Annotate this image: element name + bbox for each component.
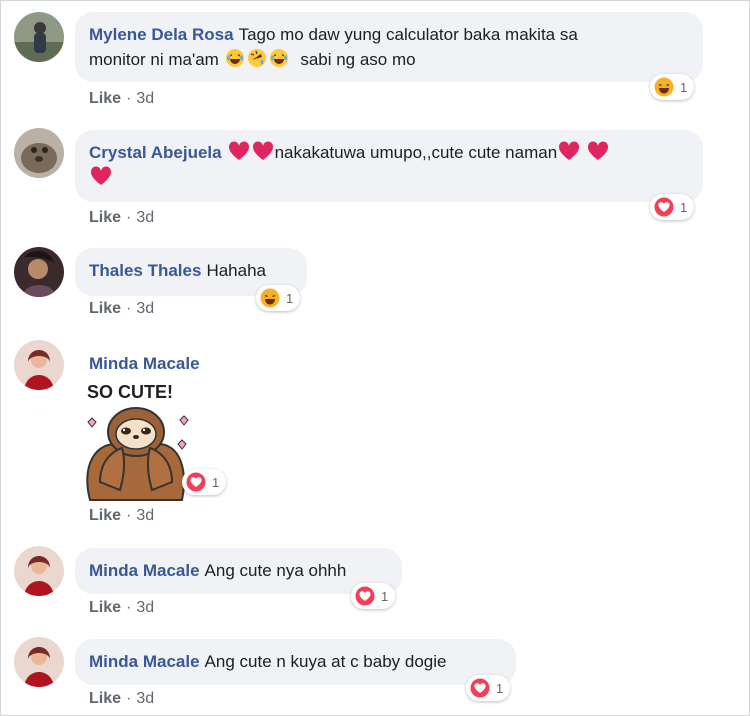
avatar[interactable] bbox=[14, 546, 64, 596]
separator: · bbox=[126, 507, 132, 524]
love-reaction-icon bbox=[355, 586, 375, 606]
comment-text: Ang cute nya ohhh bbox=[204, 561, 347, 580]
comment-author[interactable]: Minda Macale bbox=[89, 652, 200, 671]
avatar[interactable] bbox=[14, 637, 64, 687]
love-reaction-icon bbox=[186, 472, 206, 492]
comment-text: monitor ni ma'am bbox=[89, 50, 219, 69]
reaction-number: 1 bbox=[496, 680, 504, 696]
reaction-number: 1 bbox=[680, 79, 688, 95]
reaction-count[interactable]: 1 bbox=[182, 469, 227, 495]
reaction-number: 1 bbox=[286, 290, 294, 306]
comment-actions: Like · 3d bbox=[89, 690, 154, 708]
separator: · bbox=[126, 90, 132, 107]
timestamp[interactable]: 3d bbox=[136, 507, 154, 524]
separator: · bbox=[126, 300, 132, 317]
comment-actions: Like · 3d bbox=[89, 90, 154, 108]
comment-author[interactable]: Minda Macale bbox=[89, 354, 200, 374]
comment-actions: Like · 3d bbox=[89, 507, 154, 525]
reaction-count[interactable]: 1 bbox=[650, 194, 695, 220]
like-link[interactable]: Like bbox=[89, 300, 121, 317]
reaction-number: 1 bbox=[680, 199, 688, 215]
comment-author[interactable]: Minda Macale bbox=[89, 561, 200, 580]
avatar[interactable] bbox=[14, 12, 64, 62]
reaction-number: 1 bbox=[381, 588, 389, 604]
heart-emoji-icon bbox=[90, 166, 112, 185]
separator: · bbox=[126, 690, 132, 707]
reaction-count[interactable]: 1 bbox=[466, 675, 511, 701]
like-link[interactable]: Like bbox=[89, 209, 121, 226]
comment-actions: Like · 3d bbox=[89, 209, 154, 227]
comment-text: Tago mo daw yung calculator baka makita … bbox=[238, 25, 578, 44]
avatar[interactable] bbox=[14, 340, 64, 390]
comment-text: Ang cute n kuya at c baby dogie bbox=[204, 652, 447, 671]
comment-actions: Like · 3d bbox=[89, 300, 154, 318]
heart-emoji-icon bbox=[252, 141, 273, 160]
comment-author[interactable]: Thales Thales bbox=[89, 261, 201, 280]
comment-bubble: Mylene Dela Rosa Tago mo daw yung calcula… bbox=[75, 12, 703, 82]
comment-actions: Like · 3d bbox=[89, 599, 154, 617]
laughing-emoji-icon bbox=[269, 49, 288, 67]
comment-bubble: Crystal Abejuela nakakatuwa umupo,,cute c… bbox=[75, 130, 703, 202]
timestamp[interactable]: 3d bbox=[136, 209, 154, 226]
separator: · bbox=[126, 209, 132, 226]
comment-author[interactable]: Crystal Abejuela bbox=[89, 143, 222, 162]
avatar[interactable] bbox=[14, 128, 64, 178]
comment-text: Hahaha bbox=[206, 261, 266, 280]
heart-emoji-icon bbox=[588, 141, 609, 160]
reaction-number: 1 bbox=[212, 474, 220, 490]
separator: · bbox=[126, 599, 132, 616]
timestamp[interactable]: 3d bbox=[136, 599, 154, 616]
comment-text: nakakatuwa umupo,,cute cute naman bbox=[274, 143, 558, 162]
timestamp[interactable]: 3d bbox=[136, 300, 154, 317]
haha-reaction-icon bbox=[260, 288, 280, 308]
heart-emoji-icon bbox=[228, 141, 249, 160]
love-reaction-icon bbox=[654, 197, 674, 217]
laughing-emoji-icon bbox=[225, 49, 244, 67]
comment-text: sabi ng aso mo bbox=[300, 50, 416, 69]
haha-reaction-icon bbox=[654, 77, 674, 97]
timestamp[interactable]: 3d bbox=[136, 90, 154, 107]
heart-emoji-icon bbox=[559, 141, 580, 160]
comment-author[interactable]: Mylene Dela Rosa bbox=[89, 25, 234, 44]
reaction-count[interactable]: 1 bbox=[256, 285, 301, 311]
love-reaction-icon bbox=[470, 678, 490, 698]
like-link[interactable]: Like bbox=[89, 599, 121, 616]
reaction-count[interactable]: 1 bbox=[351, 583, 396, 609]
reaction-count[interactable]: 1 bbox=[650, 74, 695, 100]
timestamp[interactable]: 3d bbox=[136, 690, 154, 707]
like-link[interactable]: Like bbox=[89, 90, 121, 107]
sticker-caption: SO CUTE! bbox=[87, 382, 173, 402]
like-link[interactable]: Like bbox=[89, 690, 121, 707]
rofl-emoji-icon bbox=[247, 49, 266, 67]
avatar[interactable] bbox=[14, 247, 64, 297]
comment-bubble: Minda Macale Ang cute n kuya at c baby do… bbox=[75, 639, 516, 685]
like-link[interactable]: Like bbox=[89, 507, 121, 524]
